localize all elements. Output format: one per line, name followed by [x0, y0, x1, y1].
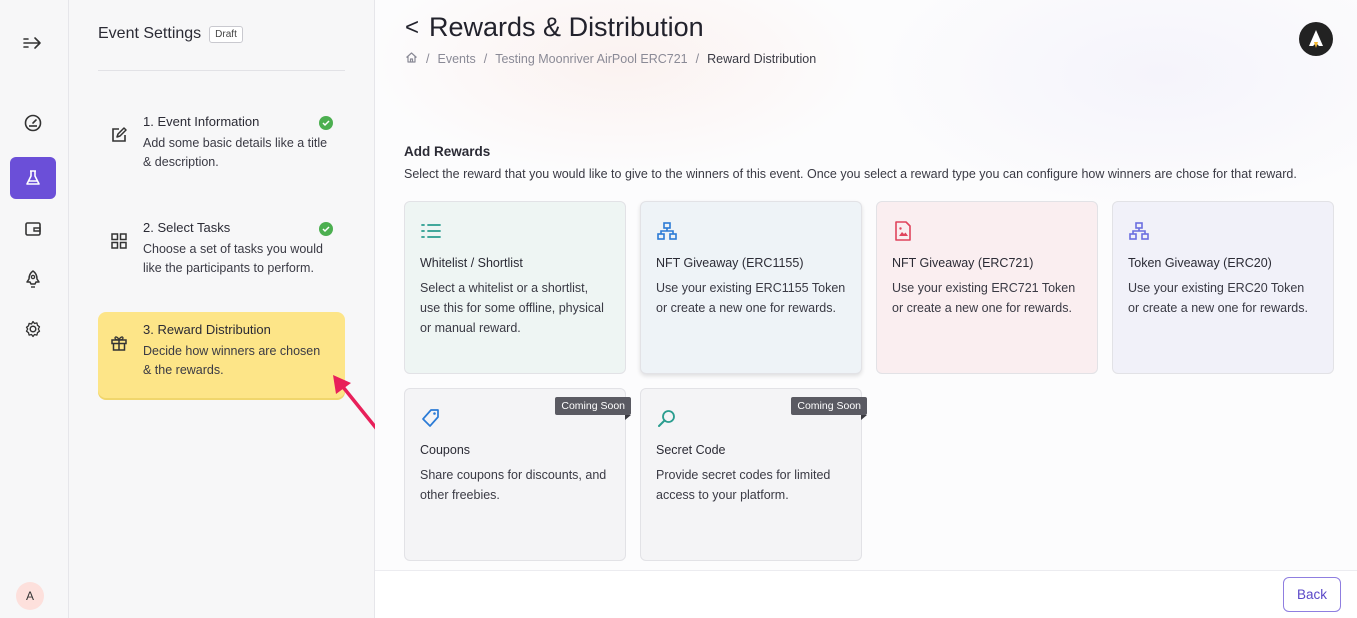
- dashboard-gauge-icon[interactable]: [10, 102, 56, 144]
- add-rewards-description: Select the reward that you would like to…: [404, 167, 1297, 181]
- breadcrumb-separator: /: [483, 52, 488, 66]
- card-title: NFT Giveaway (ERC1155): [656, 256, 804, 270]
- step-event-information[interactable]: 1. Event Information Add some basic deta…: [98, 104, 345, 183]
- step-description: Decide how winners are chosen & the rewa…: [143, 344, 321, 378]
- list-icon: [420, 220, 442, 242]
- page-title: < Rewards & Distribution: [405, 12, 704, 43]
- tag-icon: [420, 407, 442, 429]
- hierarchy-icon: [656, 220, 678, 242]
- draft-badge: Draft: [209, 25, 243, 43]
- back-chevron-icon[interactable]: <: [405, 14, 419, 42]
- card-description: Select a whitelist or a shortlist, use t…: [420, 281, 604, 335]
- coming-soon-badge: Coming Soon: [791, 397, 867, 420]
- steps-panel: Event Settings Draft 1. Event Informatio…: [69, 0, 407, 618]
- breadcrumb: / Events / Testing Moonriver AirPool ERC…: [405, 51, 816, 67]
- card-title: Token Giveaway (ERC20): [1128, 256, 1272, 270]
- coming-soon-badge: Coming Soon: [555, 397, 631, 420]
- gift-icon: [110, 334, 128, 352]
- step-title: 1. Event Information: [143, 114, 260, 129]
- step-description: Add some basic details like a title & de…: [143, 136, 328, 170]
- back-button[interactable]: Back: [1283, 577, 1341, 612]
- step-reward-distribution[interactable]: 3. Reward Distribution Decide how winner…: [98, 312, 345, 398]
- app-logo[interactable]: [1299, 22, 1333, 56]
- check-icon: [319, 116, 333, 130]
- page-title-text: Rewards & Distribution: [429, 12, 704, 42]
- card-description: Share coupons for discounts, and other f…: [420, 468, 607, 502]
- left-rail: A: [0, 0, 69, 618]
- home-icon[interactable]: [405, 51, 418, 67]
- wallet-icon[interactable]: [10, 208, 56, 250]
- gear-icon[interactable]: [10, 308, 56, 350]
- card-title: Whitelist / Shortlist: [420, 256, 523, 270]
- edit-icon: [110, 126, 128, 144]
- avatar[interactable]: A: [16, 582, 44, 610]
- divider: [98, 70, 345, 71]
- reward-card-token-erc20[interactable]: Token Giveaway (ERC20) Use your existing…: [1112, 201, 1334, 374]
- steps-header: Event Settings Draft: [98, 25, 243, 43]
- reward-card-coupons[interactable]: Coming Soon Coupons Share coupons for di…: [404, 388, 631, 561]
- step-title: 2. Select Tasks: [143, 220, 231, 235]
- hierarchy-icon: [1128, 220, 1150, 242]
- flask-icon[interactable]: [10, 157, 56, 199]
- card-description: Use your existing ERC1155 Token or creat…: [656, 281, 846, 315]
- main-content: < Rewards & Distribution / Events / Test…: [375, 0, 1357, 618]
- reward-card-whitelist[interactable]: Whitelist / Shortlist Select a whitelist…: [404, 201, 626, 374]
- grid-icon: [110, 232, 128, 250]
- step-select-tasks[interactable]: 2. Select Tasks Choose a set of tasks yo…: [98, 210, 345, 289]
- breadcrumb-item-event[interactable]: Testing Moonriver AirPool ERC721: [495, 52, 687, 66]
- check-icon: [319, 222, 333, 236]
- event-settings-title: Event Settings: [98, 25, 202, 42]
- collapse-arrow-icon[interactable]: [10, 22, 56, 64]
- breadcrumb-item-events[interactable]: Events: [437, 52, 475, 66]
- add-rewards-title: Add Rewards: [404, 144, 491, 159]
- rocket-icon[interactable]: [10, 258, 56, 300]
- image-file-icon: [892, 220, 914, 242]
- reward-card-nft-erc721[interactable]: NFT Giveaway (ERC721) Use your existing …: [876, 201, 1098, 374]
- footer-bar: Back: [375, 570, 1357, 618]
- breadcrumb-separator: /: [426, 52, 430, 66]
- card-description: Provide secret codes for limited access …: [656, 468, 831, 502]
- reward-card-nft-erc1155[interactable]: NFT Giveaway (ERC1155) Use your existing…: [640, 201, 862, 374]
- breadcrumb-item-current: Reward Distribution: [707, 52, 817, 66]
- card-title: NFT Giveaway (ERC721): [892, 256, 1034, 270]
- search-icon: [656, 407, 678, 429]
- breadcrumb-separator: /: [695, 52, 700, 66]
- reward-card-secret-code[interactable]: Coming Soon Secret Code Provide secret c…: [640, 388, 867, 561]
- step-description: Choose a set of tasks you would like the…: [143, 242, 323, 276]
- card-description: Use your existing ERC20 Token or create …: [1128, 281, 1308, 315]
- step-title: 3. Reward Distribution: [143, 322, 271, 337]
- card-title: Secret Code: [656, 443, 726, 457]
- card-title: Coupons: [420, 443, 471, 457]
- card-description: Use your existing ERC721 Token or create…: [892, 281, 1076, 315]
